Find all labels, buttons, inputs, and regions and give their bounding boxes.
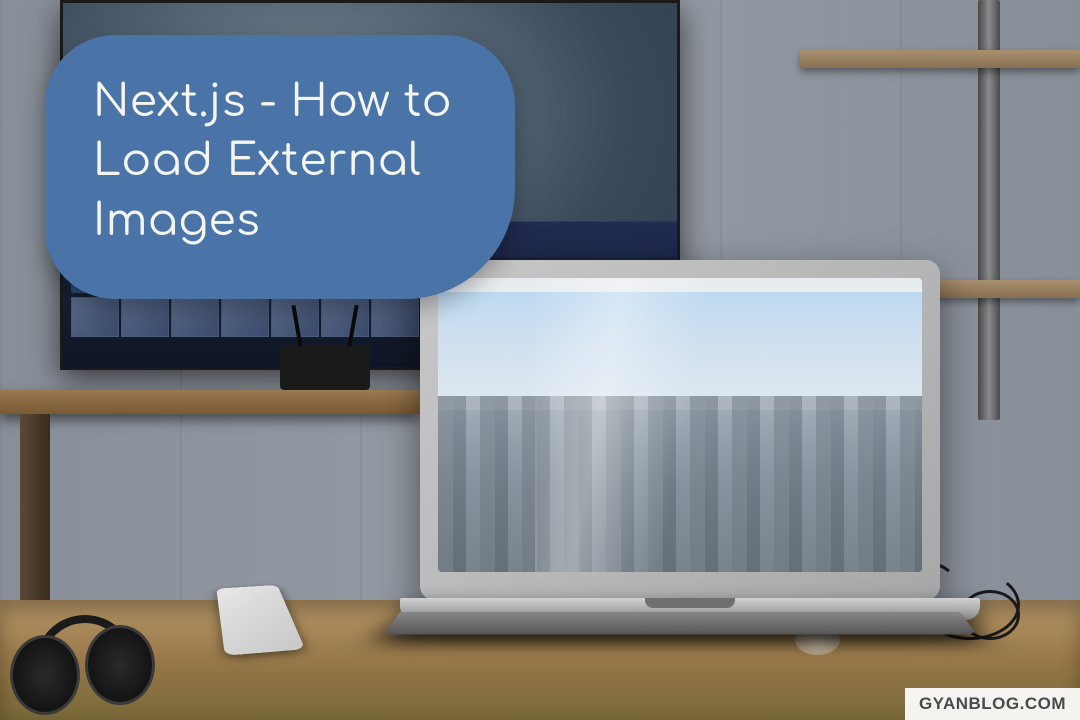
- shelf-upper: [800, 50, 1080, 68]
- wooden-shelf: [0, 390, 420, 414]
- watermark: GYANBLOG.COM: [905, 688, 1080, 720]
- title-badge: Next.js - How to Load External Images: [45, 35, 515, 299]
- laptop-bezel: [420, 260, 940, 600]
- laptop: [400, 260, 960, 660]
- laptop-keyboard: [383, 612, 977, 634]
- wifi-router: [280, 345, 370, 390]
- watermark-text: GYANBLOG.COM: [919, 694, 1066, 713]
- hero-image: Next.js - How to Load External Images GY…: [0, 0, 1080, 720]
- shelf-leg: [20, 414, 50, 614]
- laptop-display: [438, 278, 922, 572]
- headphones: [10, 615, 170, 715]
- article-title: Next.js - How to Load External Images: [93, 73, 467, 251]
